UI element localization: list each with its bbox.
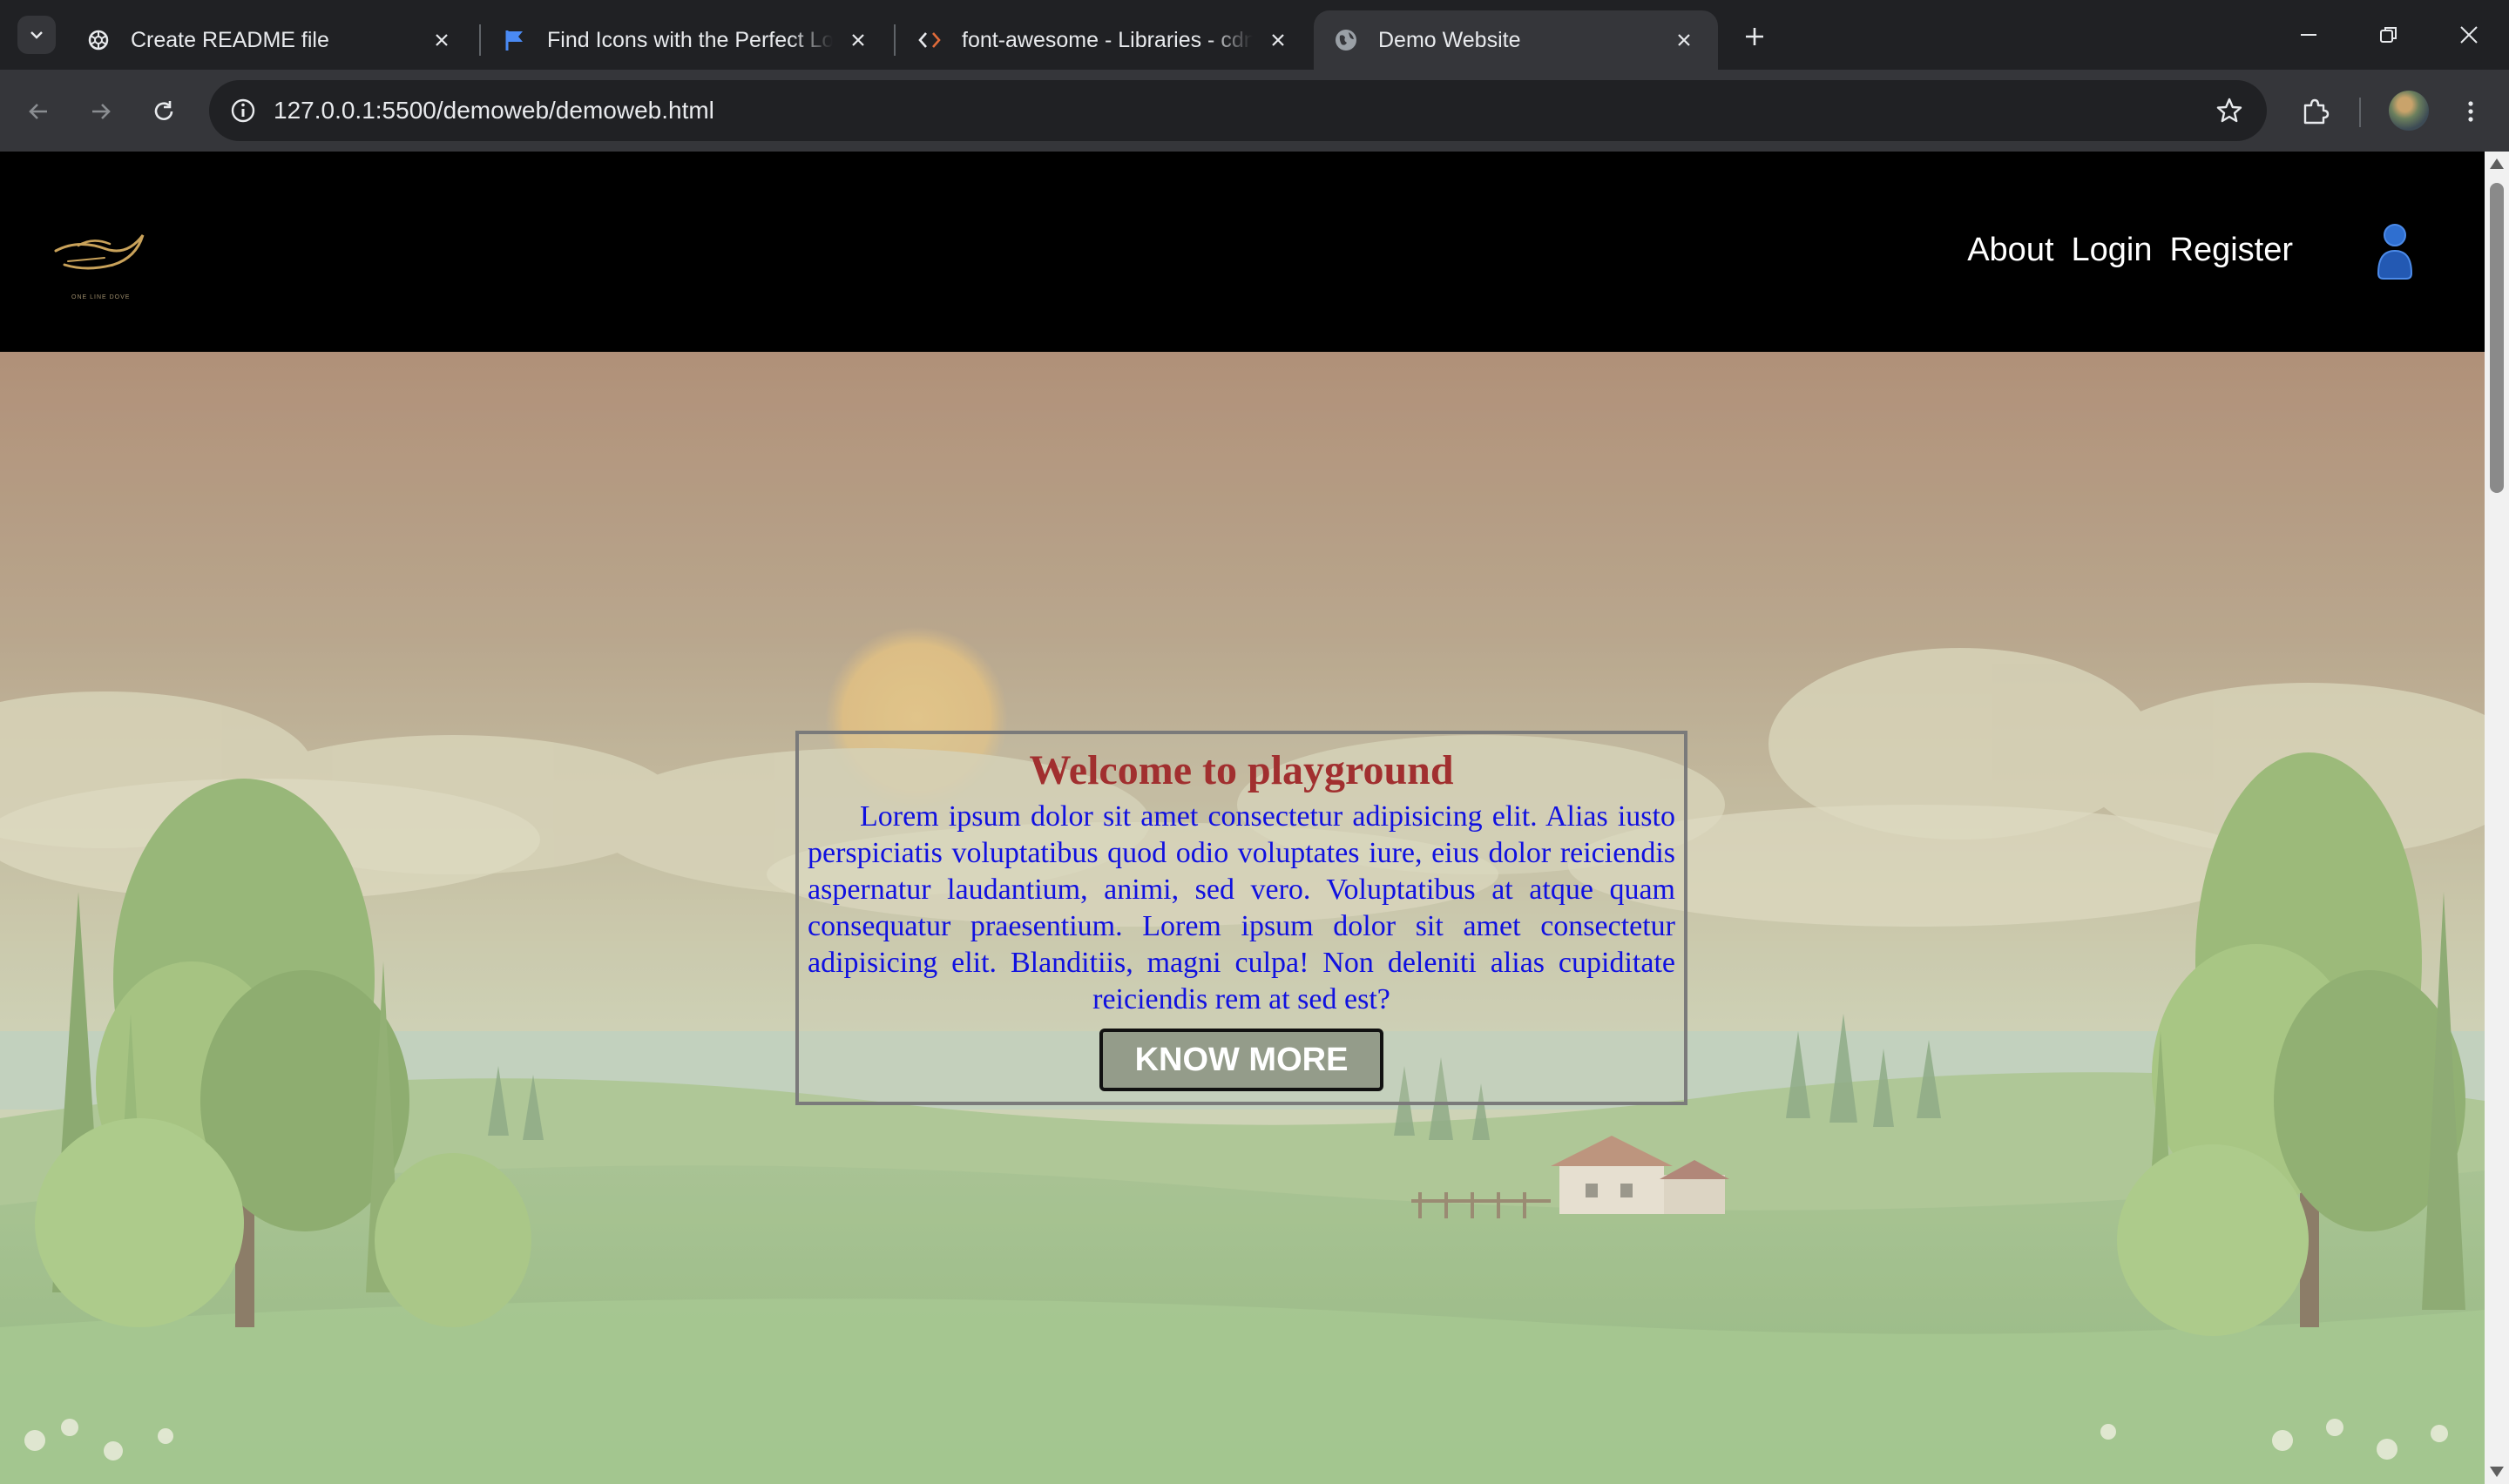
minimize-icon (2301, 34, 2316, 36)
tab-search-button[interactable] (17, 16, 56, 54)
browser-tab-strip: Create README file Find Icons with the P… (0, 0, 2509, 70)
globe-icon (1333, 27, 1359, 53)
hero-card: Welcome to playground Lorem ipsum dolor … (795, 731, 1687, 1105)
reload-button[interactable] (141, 89, 186, 134)
page-scrollbar[interactable] (2485, 152, 2509, 1484)
scroll-down-arrow-icon[interactable] (2490, 1467, 2504, 1477)
tab-demo-website[interactable]: Demo Website (1314, 10, 1718, 70)
flag-icon (502, 27, 528, 53)
logo-tagline: ONE LINE DOVE (71, 294, 131, 300)
user-icon[interactable] (2375, 221, 2415, 280)
hero-section: Welcome to playground Lorem ipsum dolor … (0, 352, 2485, 1484)
close-tab-icon[interactable] (843, 25, 873, 55)
plus-icon (1746, 28, 1763, 45)
dove-logo-icon (54, 234, 145, 270)
tab-divider (479, 24, 481, 56)
puzzle-icon (2303, 98, 2330, 125)
extensions-button[interactable] (2293, 89, 2338, 134)
hero-title: Welcome to playground (1029, 747, 1454, 793)
site-nav-links: About Login Register (1967, 232, 2293, 269)
browser-toolbar: 127.0.0.1:5500/demoweb/demoweb.html (0, 70, 2509, 152)
tab-title: Create README file (131, 27, 329, 52)
site-navbar: ONE LINE DOVE About Login Register (0, 152, 2485, 352)
minimize-button[interactable] (2269, 0, 2349, 70)
nav-login-link[interactable]: Login (2072, 232, 2153, 269)
tab-title: font-awesome - Libraries - cdnjs (962, 27, 1253, 52)
close-window-button[interactable] (2429, 0, 2509, 70)
browser-menu-button[interactable] (2448, 89, 2493, 134)
tab-divider (894, 24, 896, 56)
reload-icon (154, 101, 173, 120)
new-tab-button[interactable] (1735, 17, 1774, 56)
toolbar-divider (2359, 98, 2361, 127)
nav-about-link[interactable]: About (1967, 232, 2053, 269)
profile-avatar[interactable] (2389, 91, 2429, 131)
tab-create-readme[interactable]: Create README file (66, 10, 476, 70)
tab-title: Demo Website (1378, 27, 1521, 52)
tab-font-awesome[interactable]: font-awesome - Libraries - cdnjs (897, 10, 1312, 70)
restore-icon (2380, 27, 2397, 43)
more-vertical-icon (2468, 101, 2473, 122)
forward-button[interactable] (78, 89, 124, 134)
scroll-thumb[interactable] (2490, 183, 2504, 493)
bookmark-star-icon[interactable] (2209, 91, 2249, 131)
site-info-icon[interactable] (221, 89, 265, 132)
close-tab-icon[interactable] (1263, 25, 1293, 55)
openai-icon (85, 27, 112, 53)
scroll-up-arrow-icon[interactable] (2490, 159, 2504, 169)
address-bar[interactable]: 127.0.0.1:5500/demoweb/demoweb.html (209, 80, 2267, 141)
tab-title: Find Icons with the Perfect Look (547, 27, 833, 52)
tab-find-icons[interactable]: Find Icons with the Perfect Look (483, 10, 892, 70)
url-text[interactable]: 127.0.0.1:5500/demoweb/demoweb.html (274, 80, 714, 141)
close-tab-icon[interactable] (1669, 25, 1699, 55)
code-brackets-icon (916, 27, 943, 53)
arrow-left-icon (29, 104, 47, 119)
close-icon (2460, 26, 2478, 44)
chevron-down-icon (30, 31, 43, 39)
close-tab-icon[interactable] (427, 25, 456, 55)
back-button[interactable] (16, 89, 61, 134)
restore-button[interactable] (2349, 0, 2429, 70)
hero-paragraph: Lorem ipsum dolor sit amet consectetur a… (808, 800, 1675, 1015)
site-logo[interactable] (52, 223, 157, 284)
nav-register-link[interactable]: Register (2170, 232, 2294, 269)
page-viewport: ONE LINE DOVE About Login Register Welco… (0, 152, 2509, 1484)
arrow-right-icon (92, 104, 111, 119)
know-more-button[interactable]: KNOW MORE (1099, 1029, 1383, 1091)
